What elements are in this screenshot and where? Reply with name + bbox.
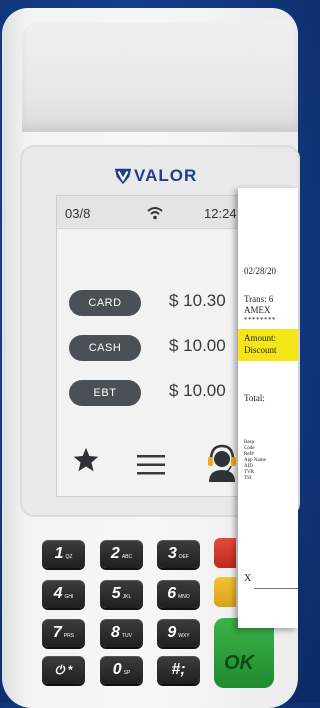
receipt-detail: TSI	[244, 476, 252, 481]
key-9[interactable]: 9 WXY	[157, 619, 200, 647]
cash-button[interactable]: CASH	[69, 335, 141, 361]
printer-slot	[22, 128, 298, 132]
key-0[interactable]: 0 SP	[100, 656, 143, 684]
card-amount: $ 10.30	[169, 291, 226, 310]
key-2[interactable]: 2 ABC	[100, 540, 143, 568]
menu-icon[interactable]	[137, 454, 165, 476]
receipt-trans: Trans: 6	[244, 294, 274, 304]
receipt-masked-number: ********	[244, 316, 276, 324]
brand-logo: VALOR	[114, 166, 197, 186]
brand-name: VALOR	[134, 166, 198, 185]
cancel-key[interactable]	[214, 538, 236, 568]
valor-shield-icon	[114, 168, 132, 185]
cash-amount: $ 10.00	[169, 336, 226, 355]
key-7[interactable]: 7 PRS	[42, 619, 85, 647]
star-icon[interactable]	[71, 446, 101, 474]
card-button[interactable]: CARD	[69, 290, 141, 316]
receipt-discount-label: Discount	[244, 345, 277, 355]
wifi-icon	[147, 207, 163, 220]
support-agent-icon[interactable]	[205, 442, 239, 482]
clear-key[interactable]	[214, 577, 236, 607]
ebt-amount: $ 10.00	[169, 381, 226, 400]
receipt-signature-mark: X	[244, 573, 252, 584]
key-hash[interactable]: #;	[157, 656, 200, 684]
key-power-star[interactable]: ⏻ *	[42, 656, 85, 684]
receipt-date: 02/28/20	[244, 266, 277, 276]
receipt-amount-label: Amount:	[244, 333, 277, 343]
key-3[interactable]: 3 DEF	[157, 540, 200, 568]
key-8[interactable]: 8 TUV	[100, 619, 143, 647]
key-6[interactable]: 6 MNO	[157, 580, 200, 608]
receipt-card-type: AMEX	[244, 305, 271, 315]
receipt: 02/28/20 Trans: 6 AMEX ******** Amount: …	[238, 188, 298, 628]
status-date: 03/8	[65, 206, 91, 221]
status-time: 12:24	[204, 206, 237, 221]
key-1[interactable]: 1 QZ	[42, 540, 85, 568]
key-5[interactable]: 5 JKL	[100, 580, 143, 608]
key-4[interactable]: 4 GHI	[42, 580, 85, 608]
receipt-signature-line	[254, 588, 298, 589]
ok-key-label: OK	[224, 652, 254, 674]
receipt-printer-cover	[22, 22, 298, 132]
receipt-total-label: Total:	[244, 393, 265, 403]
ebt-button[interactable]: EBT	[69, 380, 141, 406]
